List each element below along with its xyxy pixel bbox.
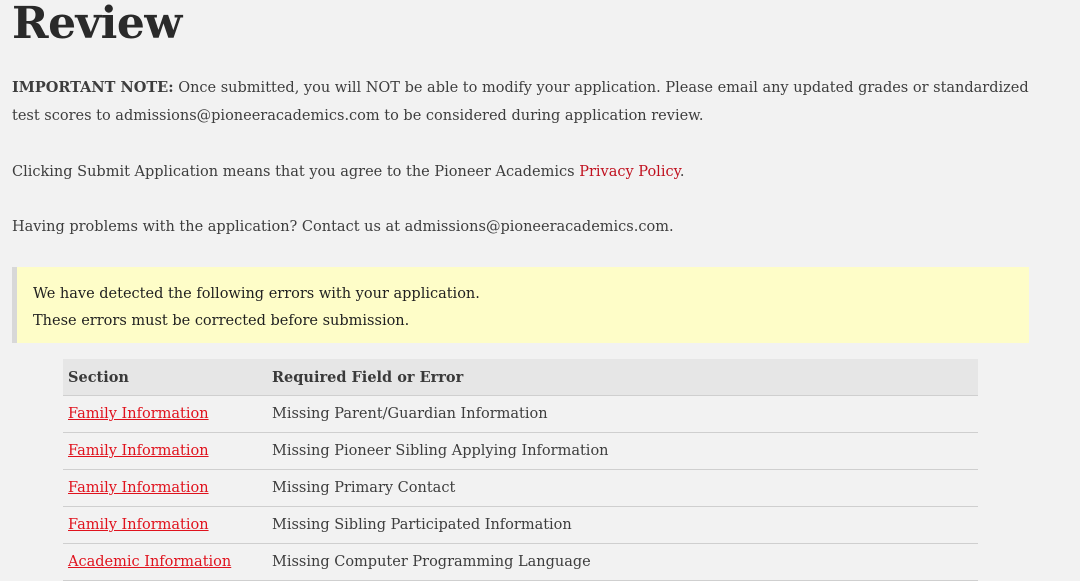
important-note-label: IMPORTANT NOTE:: [12, 79, 174, 96]
column-header-section: Section: [63, 359, 267, 396]
contact-statement: Having problems with the application? Co…: [12, 219, 674, 235]
section-link[interactable]: Family Information: [68, 443, 209, 459]
table-row: Family Information Missing Parent/Guardi…: [63, 395, 978, 433]
important-note: IMPORTANT NOTE: Once submitted, you will…: [12, 74, 1042, 130]
section-cell: Family Information: [63, 506, 267, 544]
section-cell: Family Information: [63, 469, 267, 507]
table-row: Family Information Missing Primary Conta…: [63, 469, 978, 507]
error-notice-box: We have detected the following errors wi…: [12, 267, 1029, 343]
section-cell: Family Information: [63, 432, 267, 470]
errors-table: Section Required Field or Error Family I…: [63, 359, 978, 581]
error-notice-line-1: We have detected the following errors wi…: [33, 286, 480, 302]
section-link[interactable]: Family Information: [68, 480, 209, 496]
privacy-text-after: .: [679, 164, 685, 180]
column-header-error: Required Field or Error: [267, 359, 978, 396]
page-title: Review: [12, 0, 182, 49]
table-row: Family Information Missing Sibling Parti…: [63, 506, 978, 544]
error-cell: Missing Parent/Guardian Information: [267, 395, 978, 433]
error-cell: Missing Sibling Participated Information: [267, 506, 978, 544]
error-notice-line-2: These errors must be corrected before su…: [33, 313, 410, 329]
error-cell: Missing Computer Programming Language: [267, 543, 978, 581]
table-row: Family Information Missing Pioneer Sibli…: [63, 432, 978, 470]
error-cell: Missing Primary Contact: [267, 469, 978, 507]
privacy-policy-link[interactable]: Privacy Policy: [579, 164, 680, 180]
privacy-text-before: Clicking Submit Application means that y…: [12, 164, 580, 180]
section-link[interactable]: Family Information: [68, 517, 209, 533]
errors-table-header: Section Required Field or Error: [63, 359, 978, 396]
error-cell: Missing Pioneer Sibling Applying Informa…: [267, 432, 978, 470]
section-link[interactable]: Family Information: [68, 406, 209, 422]
review-page: Review IMPORTANT NOTE: Once submitted, y…: [12, 0, 1042, 581]
section-link[interactable]: Academic Information: [68, 554, 231, 570]
section-cell: Family Information: [63, 395, 267, 433]
privacy-statement: Clicking Submit Application means that y…: [12, 158, 684, 186]
section-cell: Academic Information: [63, 543, 267, 581]
table-row: Academic Information Missing Computer Pr…: [63, 543, 978, 581]
